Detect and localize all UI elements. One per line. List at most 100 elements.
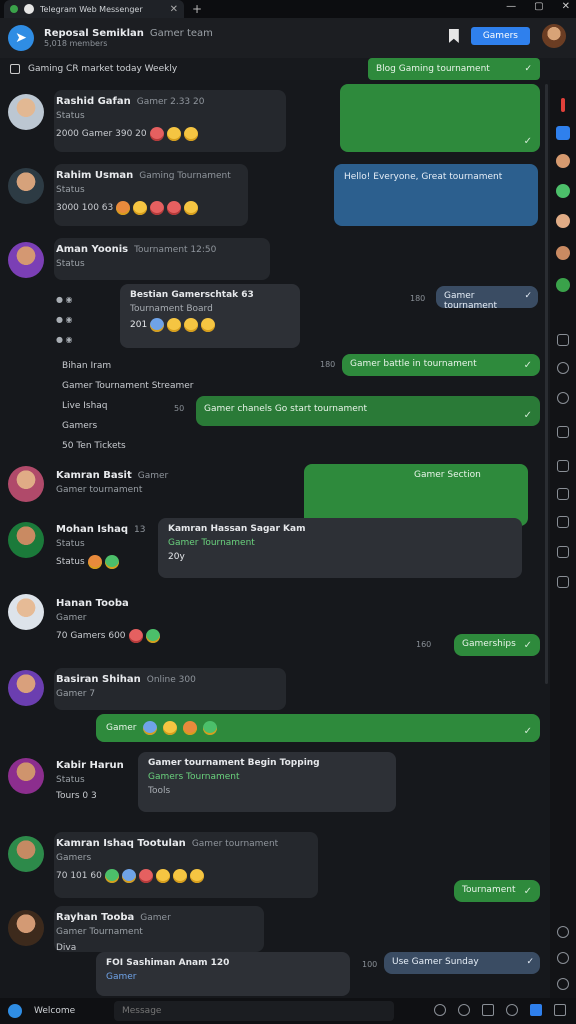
outgoing-message[interactable]: ✓ xyxy=(340,84,540,152)
tag-icon[interactable] xyxy=(557,426,569,438)
rail-avatar[interactable] xyxy=(556,154,570,168)
emoji-icon xyxy=(142,721,157,735)
quoted-title: Gamer tournament Begin Topping xyxy=(148,758,320,768)
outgoing-wide-message[interactable]: Gamer chanels Go start tournament ✓ xyxy=(196,396,540,426)
new-tab-button[interactable]: + xyxy=(192,2,202,16)
avatar[interactable] xyxy=(8,94,44,130)
bookmark-icon[interactable] xyxy=(448,29,459,43)
gear-icon[interactable] xyxy=(557,926,569,938)
chart-icon[interactable] xyxy=(482,1004,494,1016)
outgoing-message[interactable]: Gamer Section xyxy=(304,464,528,526)
list-item[interactable]: Gamer Tournament Streamer xyxy=(62,376,194,396)
sender-name[interactable]: Mohan Ishaq xyxy=(56,524,128,535)
sender-name[interactable]: Basiran Shihan xyxy=(56,674,141,685)
avatar[interactable] xyxy=(8,594,44,630)
rail-avatar[interactable] xyxy=(556,214,570,228)
incoming-blue-message[interactable]: Hello! Everyone, Great tournament xyxy=(334,164,538,226)
info-icon[interactable] xyxy=(434,1004,446,1016)
reaction-bar[interactable]: Gamer ✓ xyxy=(96,714,540,742)
sender-name[interactable]: Hanan Tooba xyxy=(56,598,129,609)
members-count: 5,018 members xyxy=(44,39,108,48)
tab-close-icon[interactable]: ✕ xyxy=(170,4,178,15)
avatar[interactable] xyxy=(8,522,44,558)
notification-icon[interactable] xyxy=(561,98,565,112)
sender-name[interactable]: Kamran Basit xyxy=(56,470,132,481)
avatar[interactable] xyxy=(8,910,44,946)
files-icon[interactable] xyxy=(557,488,569,500)
settings-icon[interactable] xyxy=(506,1004,518,1016)
check-icon: ✓ xyxy=(523,640,532,651)
emoji-icon xyxy=(182,721,197,735)
avatar[interactable] xyxy=(8,168,44,204)
rail-avatar[interactable] xyxy=(556,246,570,260)
message-content: Basiran Shihan Online 300 Gamer 7 xyxy=(56,674,196,699)
emoji-icon xyxy=(183,127,198,141)
avatar[interactable] xyxy=(8,836,44,872)
close-window-button[interactable]: ✕ xyxy=(562,1,570,12)
chat-icon[interactable] xyxy=(556,126,570,140)
sender-name[interactable]: Rayhan Tooba xyxy=(56,912,134,923)
avatar[interactable] xyxy=(8,758,44,794)
right-rail xyxy=(550,80,576,1000)
quoted-message[interactable]: FOI Sashiman Anam 120 Gamer xyxy=(96,952,350,996)
message-content: Aman Yoonis Tournament 12:50 Status xyxy=(56,244,216,269)
browser-tab[interactable]: Telegram Web Messenger ✕ xyxy=(4,0,184,18)
menu-icon[interactable] xyxy=(554,1004,566,1016)
message-text: Gamer chanels Go start tournament xyxy=(204,404,368,414)
maximize-button[interactable]: ▢ xyxy=(534,1,543,12)
message-input[interactable] xyxy=(114,1001,394,1021)
avatar[interactable] xyxy=(8,242,44,278)
avatar[interactable] xyxy=(8,670,44,706)
list-item[interactable]: Gamers xyxy=(62,416,194,436)
user-avatar[interactable] xyxy=(542,24,566,48)
globe-icon[interactable] xyxy=(557,392,569,404)
outgoing-pill[interactable]: Tournament ✓ xyxy=(454,880,540,902)
outgoing-pill[interactable]: Gamer tournament ✓ xyxy=(436,286,538,311)
sender-name[interactable]: Rashid Gafan xyxy=(56,96,131,107)
settings-icon[interactable] xyxy=(557,460,569,472)
tools-icon[interactable] xyxy=(557,334,569,346)
check-icon: ✓ xyxy=(524,64,532,74)
send-icon[interactable] xyxy=(530,1004,542,1016)
sender-name[interactable]: Kabir Harun xyxy=(56,760,124,771)
link-icon[interactable] xyxy=(557,576,569,588)
calendar-icon[interactable] xyxy=(557,516,569,528)
history-icon[interactable] xyxy=(557,952,569,964)
outgoing-pill[interactable]: Gamer battle in tournament ✓ xyxy=(342,354,540,376)
message-content: Rayhan Tooba Gamer Gamer Tournament Diva xyxy=(56,912,171,953)
app-logo-icon[interactable]: ➤ xyxy=(8,25,34,51)
message-text: Tours 0 3 xyxy=(56,791,97,801)
gamers-button[interactable]: Gamers xyxy=(470,27,530,45)
app-logo-icon[interactable] xyxy=(8,1004,22,1018)
quoted-message[interactable]: Kamran Hassan Sagar Kam Gamer Tournament… xyxy=(158,518,522,578)
quoted-text: Gamer xyxy=(106,972,137,982)
status-text: Gamer 7 xyxy=(56,689,96,699)
outgoing-pill[interactable]: Use Gamer Sunday ✓ xyxy=(384,952,540,974)
message-content: Kamran Ishaq Tootulan Gamer tournament Ga… xyxy=(56,838,278,883)
list-item[interactable]: 50 Ten Tickets xyxy=(62,436,194,456)
emoji-icon xyxy=(189,869,204,883)
rail-avatar[interactable] xyxy=(556,278,570,292)
message-meta: Online 300 xyxy=(146,675,196,685)
search-icon[interactable] xyxy=(557,362,569,374)
emoji-icon[interactable] xyxy=(557,978,569,990)
scrollbar[interactable] xyxy=(545,84,548,684)
avatar[interactable] xyxy=(8,466,44,502)
gallery-icon[interactable] xyxy=(557,546,569,558)
emoji-icon xyxy=(201,318,216,332)
outgoing-pill[interactable]: Gamerships ✓ xyxy=(454,634,540,656)
reaction-count: Tools xyxy=(148,786,171,796)
rail-avatar[interactable] xyxy=(556,184,570,198)
list-item[interactable]: Bihan Iram xyxy=(62,356,194,376)
chat-title-block[interactable]: Reposal Semiklan Gamer team 5,018 members xyxy=(44,28,213,48)
telegram-favicon-icon xyxy=(24,4,34,14)
quoted-message[interactable]: Bestian Gamerschtak 63 Tournament Board … xyxy=(120,284,300,348)
sender-name[interactable]: Aman Yoonis xyxy=(56,244,128,255)
sender-name[interactable]: Rahim Usman xyxy=(56,170,133,181)
quoted-message[interactable]: Gamer tournament Begin Topping Gamers To… xyxy=(138,752,396,812)
check-icon: ✓ xyxy=(523,726,532,737)
pinned-pill[interactable]: Blog Gaming tournament ✓ xyxy=(368,58,540,80)
sender-name[interactable]: Kamran Ishaq Tootulan xyxy=(56,838,186,849)
clock-icon[interactable] xyxy=(458,1004,470,1016)
minimize-button[interactable]: — xyxy=(506,1,516,12)
